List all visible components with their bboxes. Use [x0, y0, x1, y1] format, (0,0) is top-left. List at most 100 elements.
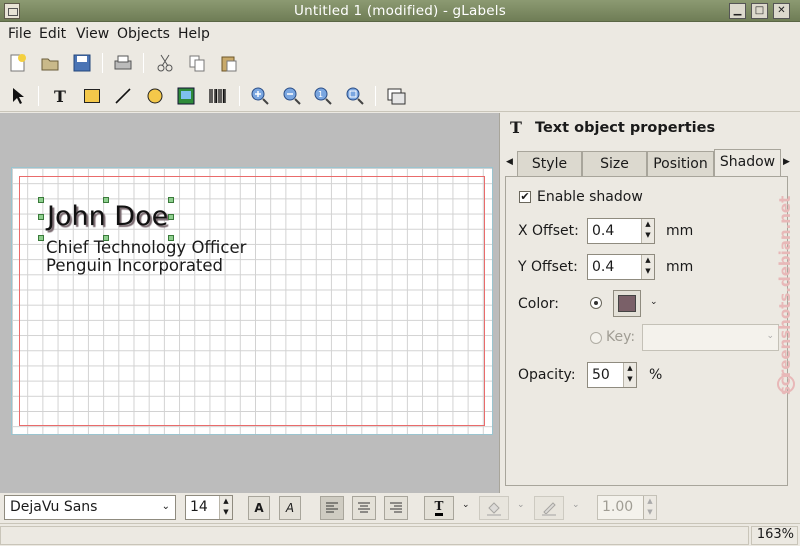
print-icon[interactable]: [111, 51, 135, 75]
zoom-1to1-icon[interactable]: 1: [311, 84, 335, 108]
close-button[interactable]: ✕: [773, 3, 790, 19]
minimize-button[interactable]: ▁: [729, 3, 746, 19]
enable-shadow-checkbox[interactable]: ✔: [519, 191, 531, 203]
menu-help[interactable]: Help: [178, 26, 210, 42]
line-color-arrow-icon[interactable]: ⌄: [572, 500, 580, 510]
text-tool-icon[interactable]: T: [48, 84, 72, 108]
resize-handle[interactable]: [38, 197, 44, 203]
fill-color-arrow-icon[interactable]: ⌄: [517, 500, 525, 510]
resize-handle[interactable]: [168, 235, 174, 241]
font-family-combo[interactable]: DejaVu Sans ⌄: [4, 495, 176, 520]
window-title: Untitled 1 (modified) - gLabels: [294, 3, 506, 19]
zoom-in-icon[interactable]: [248, 84, 272, 108]
spinner-arrows-icon[interactable]: ▲ ▼: [641, 219, 654, 243]
open-icon[interactable]: [38, 51, 62, 75]
text-color-arrow-icon[interactable]: ⌄: [462, 500, 470, 510]
x-offset-unit: mm: [666, 223, 694, 239]
select-arrow-icon[interactable]: [6, 84, 30, 108]
spinner-arrows-icon[interactable]: ▲ ▼: [643, 496, 656, 519]
menu-file[interactable]: File: [8, 26, 31, 42]
line-tool-icon[interactable]: [111, 84, 135, 108]
resize-handle[interactable]: [168, 197, 174, 203]
color-radio[interactable]: [590, 297, 602, 309]
fill-bucket-icon: [487, 502, 501, 516]
tab-scroll-left-icon[interactable]: ◀: [506, 157, 513, 167]
properties-icon[interactable]: [384, 84, 408, 108]
align-center-icon: [358, 502, 370, 513]
enable-shadow-label: Enable shadow: [537, 189, 643, 205]
resize-handle[interactable]: [168, 214, 174, 220]
y-offset-spinner[interactable]: 0.4 ▲ ▼: [587, 254, 655, 280]
color-dropdown-arrow-icon[interactable]: ⌄: [650, 297, 658, 307]
key-combo[interactable]: ⌄: [642, 324, 779, 351]
image-tool-icon[interactable]: [174, 84, 198, 108]
x-offset-value: 0.4: [592, 223, 615, 239]
align-left-button[interactable]: [320, 496, 344, 520]
bold-button[interactable]: A: [248, 496, 270, 520]
opacity-value: 50: [592, 367, 610, 383]
font-family-value: DejaVu Sans: [10, 499, 98, 515]
label-text-name[interactable]: John Doe: [47, 201, 168, 232]
panel-title: Text object properties: [535, 120, 716, 136]
x-offset-label: X Offset:: [518, 223, 579, 239]
maximize-button[interactable]: □: [751, 3, 768, 19]
label-text-company[interactable]: Penguin Incorporated: [46, 256, 223, 275]
spinner-arrows-icon[interactable]: ▲ ▼: [219, 496, 232, 519]
zoom-out-icon[interactable]: [280, 84, 304, 108]
color-swatch: [618, 295, 636, 312]
font-size-value: 14: [190, 499, 208, 515]
opacity-spinner[interactable]: 50 ▲ ▼: [587, 362, 637, 388]
zoom-fit-icon[interactable]: [343, 84, 367, 108]
resize-handle[interactable]: [103, 235, 109, 241]
resize-handle[interactable]: [38, 235, 44, 241]
line-spacing-spinner[interactable]: 1.00 ▲ ▼: [597, 495, 657, 520]
opacity-label: Opacity:: [518, 367, 576, 383]
drawing-toolbar: T 1: [0, 80, 800, 112]
fill-color-button[interactable]: [479, 496, 509, 520]
menu-view[interactable]: View: [76, 26, 109, 42]
italic-icon: A: [285, 501, 295, 515]
shadow-color-button[interactable]: [613, 290, 641, 317]
status-message: [0, 526, 749, 545]
text-color-button[interactable]: T: [424, 496, 454, 520]
watermark-text: screenshots.debian.net: [776, 196, 794, 395]
barcode-tool-icon[interactable]: [206, 84, 230, 108]
ellipse-tool-icon[interactable]: [143, 84, 167, 108]
tab-style[interactable]: Style: [517, 151, 582, 176]
menu-objects[interactable]: Objects: [117, 26, 170, 42]
align-center-button[interactable]: [352, 496, 376, 520]
cut-icon[interactable]: [153, 51, 177, 75]
menu-edit[interactable]: Edit: [39, 26, 66, 42]
font-size-spinner[interactable]: 14 ▲ ▼: [185, 495, 233, 520]
line-color-button[interactable]: [534, 496, 564, 520]
align-right-button[interactable]: [384, 496, 408, 520]
pen-icon: [542, 502, 556, 516]
text-object-icon: T: [510, 118, 522, 137]
spinner-arrows-icon[interactable]: ▲ ▼: [641, 255, 654, 279]
key-label: Key:: [606, 329, 636, 345]
x-offset-spinner[interactable]: 0.4 ▲ ▼: [587, 218, 655, 244]
color-label: Color:: [518, 296, 560, 312]
y-offset-label: Y Offset:: [518, 259, 578, 275]
resize-handle[interactable]: [38, 214, 44, 220]
tab-size[interactable]: Size: [582, 151, 647, 176]
spinner-arrows-icon[interactable]: ▲ ▼: [623, 363, 636, 387]
menu-bar: File Edit View Objects Help: [0, 22, 800, 46]
key-radio[interactable]: [590, 332, 602, 344]
status-bar: 163%: [0, 523, 800, 546]
italic-button[interactable]: A: [279, 496, 301, 520]
align-left-icon: [326, 502, 338, 513]
new-icon[interactable]: [6, 51, 30, 75]
main-toolbar: [0, 47, 800, 79]
line-spacing-value: 1.00: [602, 499, 634, 515]
tab-position[interactable]: Position: [647, 151, 714, 176]
save-icon[interactable]: [70, 51, 94, 75]
paste-icon[interactable]: [217, 51, 241, 75]
label-text-title[interactable]: Chief Technology Officer: [46, 238, 246, 257]
tab-scroll-right-icon[interactable]: ▶: [783, 157, 790, 167]
box-tool-icon[interactable]: [80, 84, 104, 108]
zoom-level: 163%: [751, 526, 798, 545]
copy-icon[interactable]: [185, 51, 209, 75]
resize-handle[interactable]: [103, 197, 109, 203]
app-window: Untitled 1 (modified) - gLabels ▁ □ ✕ Fi…: [0, 0, 800, 546]
